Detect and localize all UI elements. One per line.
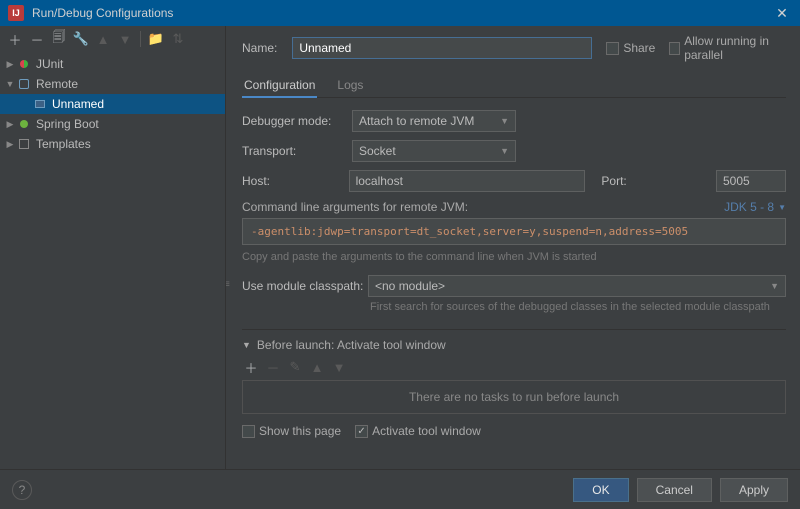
tabs: Configuration Logs [242, 74, 786, 98]
app-icon: IJ [8, 5, 24, 21]
before-launch-toolbar: ＋ － ✎ ▲ ▼ [242, 358, 786, 376]
separator [140, 31, 141, 47]
add-icon[interactable]: ＋ [6, 30, 24, 48]
up-icon[interactable]: ▲ [94, 30, 112, 48]
tree-item-remote[interactable]: ▼ Remote [0, 74, 225, 94]
remove-icon[interactable]: － [28, 30, 46, 48]
chevron-down-icon: ▼ [762, 281, 779, 291]
tree-item-unnamed[interactable]: Unnamed [0, 94, 225, 114]
name-label: Name: [242, 41, 292, 55]
chevron-right-icon: ▶ [4, 139, 16, 150]
copy-icon[interactable]: 🗐 [50, 30, 68, 48]
chevron-down-icon: ▼ [492, 146, 509, 156]
tree-item-springboot[interactable]: ▶ Spring Boot [0, 114, 225, 134]
chevron-down-icon: ▼ [4, 79, 16, 89]
config-tree: ▶ JUnit ▼ Remote Unnamed ▶ Spring Boot ▶ [0, 52, 225, 469]
debugger-mode-label: Debugger mode: [242, 114, 352, 128]
activate-tool-window-checkbox[interactable]: ✓Activate tool window [355, 424, 481, 438]
remote-icon [16, 76, 32, 92]
titlebar: IJ Run/Debug Configurations ✕ [0, 0, 800, 26]
tree-label: Templates [36, 137, 91, 151]
module-classpath-hint: First search for sources of the debugged… [368, 297, 786, 313]
tree-label: JUnit [36, 57, 63, 71]
wrench-icon[interactable]: 🔧 [72, 30, 90, 48]
transport-label: Transport: [242, 144, 352, 158]
help-button[interactable]: ? [12, 480, 32, 500]
chevron-right-icon: ▶ [4, 59, 16, 70]
host-label: Host: [242, 174, 349, 188]
spring-icon [16, 116, 32, 132]
add-icon[interactable]: ＋ [242, 358, 260, 376]
port-label: Port: [601, 174, 708, 188]
jdk-version-link[interactable]: JDK 5 - 8▼ [724, 200, 786, 214]
parallel-checkbox[interactable]: Allow running in parallel [669, 34, 786, 62]
show-page-checkbox[interactable]: Show this page [242, 424, 341, 438]
ok-button[interactable]: OK [573, 478, 628, 502]
close-icon[interactable]: ✕ [772, 5, 792, 22]
sidebar: ＋ － 🗐 🔧 ▲ ▼ 📁 ⇅ ▶ JUnit ▼ Remote Unn [0, 26, 226, 469]
folder-icon[interactable]: 📁 [147, 30, 165, 48]
separator [242, 329, 786, 330]
remove-icon[interactable]: － [264, 358, 282, 376]
apply-button[interactable]: Apply [720, 478, 788, 502]
content-panel: Name: Share Allow running in parallel Co… [226, 26, 800, 469]
chevron-down-icon: ▼ [492, 116, 509, 126]
module-classpath-label: Use module classpath: [242, 275, 368, 293]
tab-configuration[interactable]: Configuration [242, 74, 317, 98]
share-checkbox[interactable]: Share [606, 41, 655, 55]
sort-icon[interactable]: ⇅ [169, 30, 187, 48]
remote-config-icon [32, 96, 48, 112]
sidebar-toolbar: ＋ － 🗐 🔧 ▲ ▼ 📁 ⇅ [0, 26, 225, 52]
debugger-mode-select[interactable]: Attach to remote JVM▼ [352, 110, 516, 132]
name-input[interactable] [292, 37, 592, 59]
window-title: Run/Debug Configurations [32, 6, 772, 20]
junit-icon [16, 56, 32, 72]
chevron-down-icon: ▼ [242, 340, 251, 350]
transport-select[interactable]: Socket▼ [352, 140, 516, 162]
tree-item-junit[interactable]: ▶ JUnit [0, 54, 225, 74]
tree-item-templates[interactable]: ▶ Templates [0, 134, 225, 154]
cmd-args-box[interactable]: -agentlib:jdwp=transport=dt_socket,serve… [242, 218, 786, 245]
host-input[interactable] [349, 170, 586, 192]
port-input[interactable] [716, 170, 786, 192]
down-icon[interactable]: ▼ [116, 30, 134, 48]
check-icon: ✓ [355, 425, 368, 438]
tree-label: Spring Boot [36, 117, 99, 131]
tree-label: Remote [36, 77, 78, 91]
edit-icon[interactable]: ✎ [286, 358, 304, 376]
templates-icon [16, 136, 32, 152]
before-launch-tasks: There are no tasks to run before launch [242, 380, 786, 414]
cmd-args-hint: Copy and paste the arguments to the comm… [242, 251, 786, 263]
chevron-down-icon: ▼ [778, 203, 786, 212]
tree-label: Unnamed [52, 97, 104, 111]
down-icon[interactable]: ▼ [330, 358, 348, 376]
cancel-button[interactable]: Cancel [637, 478, 712, 502]
tab-logs[interactable]: Logs [335, 74, 365, 97]
before-launch-header[interactable]: ▼ Before launch: Activate tool window [242, 338, 786, 352]
chevron-right-icon: ▶ [4, 119, 16, 130]
up-icon[interactable]: ▲ [308, 358, 326, 376]
footer: ? OK Cancel Apply [0, 469, 800, 509]
cmd-args-label: Command line arguments for remote JVM: [242, 200, 468, 214]
module-classpath-select[interactable]: <no module>▼ [368, 275, 786, 297]
